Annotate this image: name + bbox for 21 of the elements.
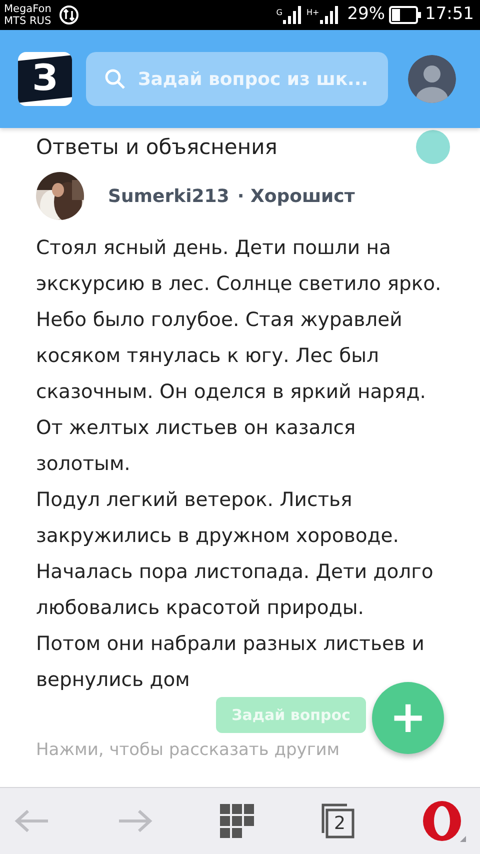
network-type-label: G <box>276 9 282 17</box>
network-type-label: H+ <box>306 9 320 17</box>
battery-percent: 29% <box>347 3 385 26</box>
opera-logo-icon[interactable] <box>422 800 466 842</box>
author-name[interactable]: Sumerki213 <box>108 182 230 210</box>
profile-avatar-icon[interactable] <box>408 55 456 103</box>
clock: 17:51 <box>425 3 474 26</box>
answer-paragraph: Стоял ясный день. Дети пошли на экскурсию в лес. Солнце светило ярко. Небо было голубое. Стая журавлей косяком тянулась к югу. Лес был сказочным. Он оделся в яркий наряд. От желтых листьев он казался золотым. <box>35 235 442 477</box>
author-rank: · Хорошист <box>237 184 355 208</box>
signal-icon <box>282 5 302 25</box>
hint-text: Нажми, чтобы рассказать другим <box>35 739 341 762</box>
carrier-name: MTS RUS <box>4 15 52 27</box>
battery-icon <box>389 6 421 24</box>
data-transfer-icon <box>59 5 80 25</box>
signal-icon <box>319 5 340 25</box>
section-title: Ответы и объяснения <box>36 134 278 161</box>
grid-icon[interactable] <box>220 804 254 838</box>
search-field[interactable]: Задай вопрос из шк... <box>86 52 388 106</box>
carrier-name: MegaFon <box>4 3 52 15</box>
app-logo[interactable]: З <box>18 52 72 106</box>
answer-paragraph: Подул легкий ветерок. Листья закружились в дружном хороводе. Началась пора листопада. Дети долго любовались красотой природы. <box>35 487 434 621</box>
